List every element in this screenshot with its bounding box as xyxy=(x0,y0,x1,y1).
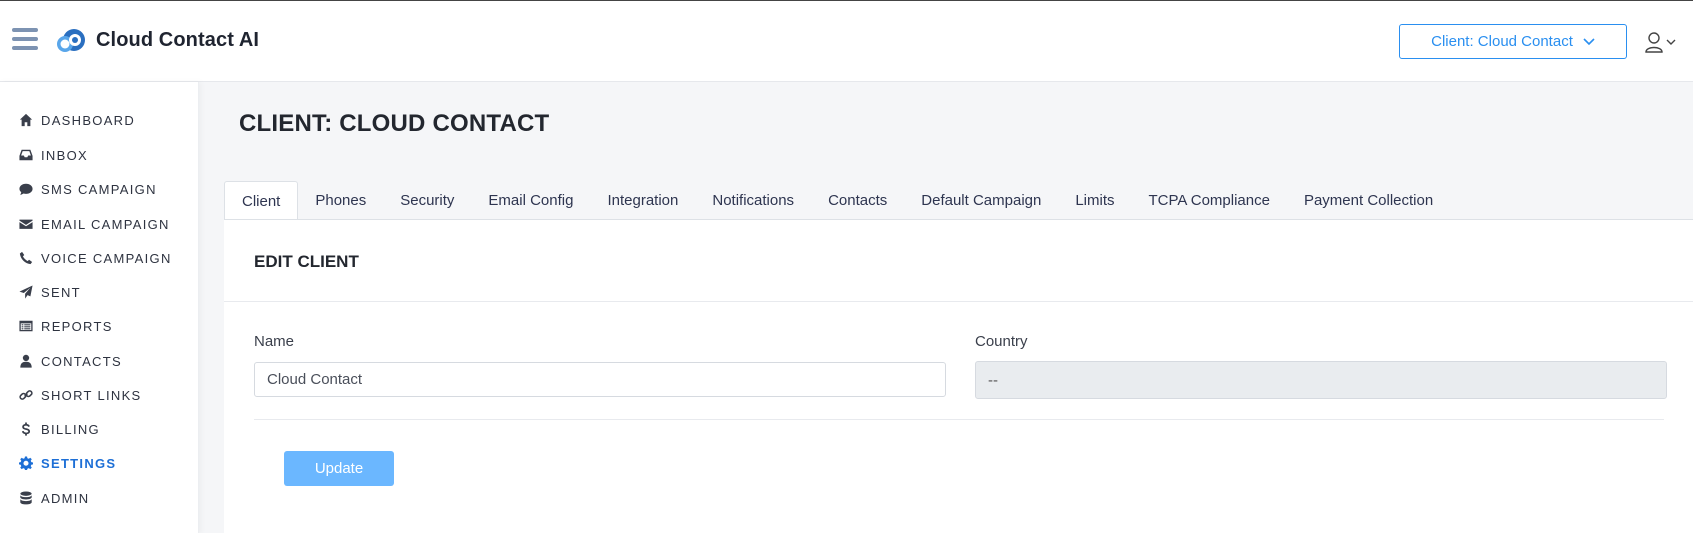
user-icon xyxy=(1645,32,1663,53)
brand-name: Cloud Contact AI xyxy=(96,29,260,51)
sidebar-item-label: VOICE CAMPAIGN xyxy=(41,250,172,266)
country-label: Country xyxy=(975,333,1028,350)
chevron-down-icon xyxy=(1666,39,1676,45)
sidebar-item-admin[interactable]: ADMIN xyxy=(19,487,89,509)
card-title: EDIT CLIENT xyxy=(254,252,359,271)
tab-contacts[interactable]: Contacts xyxy=(811,181,904,220)
paper-plane-icon xyxy=(19,285,33,299)
sidebar-item-contacts[interactable]: CONTACTS xyxy=(19,350,122,372)
sidebar-item-inbox[interactable]: INBOX xyxy=(19,144,88,166)
top-header: Cloud Contact AI Client: Cloud Contact xyxy=(0,1,1693,82)
client-select-label: Client: Cloud Contact xyxy=(1431,33,1573,50)
user-icon xyxy=(20,354,32,368)
envelope-icon xyxy=(19,219,33,229)
tab-tcpa-compliance[interactable]: TCPA Compliance xyxy=(1132,181,1287,220)
sidebar-item-label: ADMIN xyxy=(41,490,90,506)
name-label: Name xyxy=(254,333,295,350)
sidebar-item-sent[interactable]: SENT xyxy=(19,281,81,303)
link-icon xyxy=(19,390,33,400)
sidebar-item-label: SENT xyxy=(41,284,81,300)
tab-default-campaign[interactable]: Default Campaign xyxy=(904,181,1058,220)
sidebar-item-label: INBOX xyxy=(41,147,88,163)
sidebar: DASHBOARD INBOX SMS CAMPAIGN EMAIL CAMPA… xyxy=(0,82,199,533)
gear-icon xyxy=(19,456,33,470)
settings-tabs: Client Phones Security Email Config Inte… xyxy=(224,181,1450,220)
edit-client-card: EDIT CLIENT Name Country Update xyxy=(224,219,1693,533)
sidebar-item-dashboard[interactable]: DASHBOARD xyxy=(19,109,135,131)
sidebar-item-voice-campaign[interactable]: VOICE CAMPAIGN xyxy=(19,247,172,269)
comment-icon xyxy=(19,183,33,196)
update-button[interactable]: Update xyxy=(284,451,394,486)
sidebar-item-label: REPORTS xyxy=(41,318,113,334)
sidebar-item-label: SMS CAMPAIGN xyxy=(41,181,157,197)
tab-payment-collection[interactable]: Payment Collection xyxy=(1287,181,1450,220)
cloud-logo-icon xyxy=(57,29,85,52)
tab-phones[interactable]: Phones xyxy=(298,181,383,220)
dollar-icon xyxy=(21,422,31,436)
sidebar-item-label: BILLING xyxy=(41,421,100,437)
tab-client[interactable]: Client xyxy=(224,181,299,220)
user-menu[interactable] xyxy=(1644,30,1678,54)
page-title: CLIENT: CLOUD CONTACT xyxy=(239,110,550,137)
inbox-icon xyxy=(19,149,33,161)
phone-icon xyxy=(19,251,33,265)
sidebar-item-label: DASHBOARD xyxy=(41,112,136,128)
sidebar-item-sms-campaign[interactable]: SMS CAMPAIGN xyxy=(19,178,157,200)
card-divider xyxy=(224,301,1693,302)
country-field xyxy=(975,361,1667,399)
name-input[interactable] xyxy=(254,362,946,397)
sidebar-item-billing[interactable]: BILLING xyxy=(19,418,100,440)
tab-email-config[interactable]: Email Config xyxy=(471,181,590,220)
sidebar-item-reports[interactable]: REPORTS xyxy=(19,315,113,337)
tab-notifications[interactable]: Notifications xyxy=(695,181,811,220)
tab-security[interactable]: Security xyxy=(383,181,471,220)
client-select-dropdown[interactable]: Client: Cloud Contact xyxy=(1399,24,1627,59)
sidebar-item-label: EMAIL CAMPAIGN xyxy=(41,216,170,232)
database-icon xyxy=(20,491,32,505)
sidebar-item-label: CONTACTS xyxy=(41,353,122,369)
chevron-down-icon xyxy=(1583,37,1595,45)
sidebar-item-settings[interactable]: SETTINGS xyxy=(19,452,116,474)
tab-integration[interactable]: Integration xyxy=(590,181,695,220)
hamburger-menu-icon[interactable] xyxy=(12,28,38,52)
sidebar-item-short-links[interactable]: SHORT LINKS xyxy=(19,384,142,406)
sidebar-item-label: SETTINGS xyxy=(41,455,117,471)
sidebar-item-label: SHORT LINKS xyxy=(41,387,142,403)
list-alt-icon xyxy=(19,320,33,332)
tab-limits[interactable]: Limits xyxy=(1058,181,1131,220)
sidebar-item-email-campaign[interactable]: EMAIL CAMPAIGN xyxy=(19,213,170,235)
form-divider xyxy=(254,419,1664,420)
home-icon xyxy=(19,113,33,127)
